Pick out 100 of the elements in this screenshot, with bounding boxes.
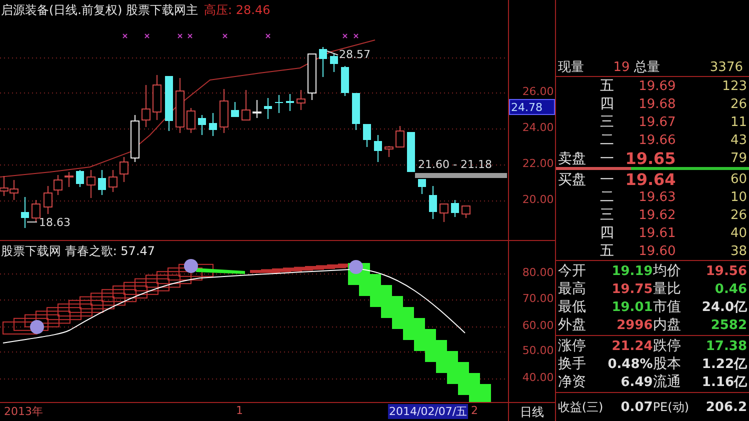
- candlestick: [86, 170, 96, 198]
- cross-mark: [122, 34, 128, 38]
- stat-value: 0.48%: [606, 356, 653, 372]
- candlestick: [142, 84, 150, 128]
- candlestick: [462, 206, 470, 218]
- current-price-label: 24.78: [509, 99, 555, 115]
- rank-label: 五: [598, 77, 615, 95]
- cross-mark: [222, 34, 228, 38]
- candlestick: [220, 88, 228, 134]
- stat-value: 2996: [616, 318, 653, 332]
- stat-value: 2582: [710, 318, 747, 332]
- stat-label: 股本: [652, 355, 682, 373]
- indicator-title: 股票下载网 青春之歌: 57.47: [1, 243, 156, 260]
- candlestick: [407, 132, 415, 172]
- candlestick: [32, 200, 40, 222]
- stat-value: 1.16亿: [700, 374, 747, 391]
- candlestick: [98, 170, 106, 196]
- candlestick: [363, 124, 371, 148]
- candlestick: [352, 92, 360, 130]
- stat-label: 量比: [652, 280, 682, 298]
- stat-value: 206.2: [704, 400, 747, 414]
- date-label: 2: [470, 404, 479, 417]
- cross-mark: [144, 34, 150, 38]
- candlestick: [384, 146, 394, 158]
- summary-label: 总量: [634, 59, 661, 76]
- range-label: 21.60 - 21.18: [418, 157, 492, 173]
- candlestick: [308, 54, 316, 100]
- candlestick: [440, 204, 448, 222]
- rank-label: 一: [598, 150, 615, 168]
- candlestick: [64, 172, 74, 188]
- candlestick: [186, 108, 196, 134]
- rank-label: 三: [598, 113, 615, 131]
- candlestick: [108, 170, 118, 192]
- summary-label: 现量: [558, 59, 585, 76]
- marker-icon: [30, 320, 44, 334]
- candlestick: [341, 66, 349, 96]
- candlestick: [44, 186, 52, 214]
- stat-value: 1.22亿: [700, 356, 747, 373]
- candlestick: [209, 112, 217, 136]
- order-price: 19.66: [638, 132, 676, 148]
- candlestick: [429, 186, 437, 220]
- rank-label: 四: [598, 224, 615, 242]
- order-volume: 26: [729, 96, 747, 112]
- stat-label: 涨停: [558, 337, 587, 355]
- stat-value: 19.56: [704, 264, 747, 278]
- rank-label: 一: [598, 170, 615, 188]
- rank-label: 二: [598, 131, 615, 149]
- summary-value: 19: [612, 60, 631, 74]
- date-label: 2014/02/07/五: [388, 404, 468, 419]
- stat-label: 均价: [652, 262, 682, 280]
- order-volume: 11: [729, 114, 747, 130]
- marker-icon: [184, 259, 198, 273]
- order-price: 19.65: [624, 149, 676, 168]
- candlestick: [418, 178, 426, 194]
- stat-value: 19.19: [610, 264, 653, 278]
- axis-label: 22.00: [522, 157, 554, 171]
- cross-mark: [354, 34, 358, 38]
- stat-value: 17.38: [704, 338, 747, 354]
- stat-label: 今开: [558, 262, 587, 280]
- candlestick: [130, 114, 140, 162]
- stat-label: 换手: [558, 355, 587, 373]
- order-volume: 26: [729, 208, 747, 222]
- candlestick: [275, 94, 283, 114]
- stat-label: 净资: [558, 373, 587, 391]
- chart-title: 启源装备(日线.前复权) 股票下载网主: [1, 2, 198, 18]
- candlestick: [396, 126, 404, 148]
- order-volume: 43: [729, 132, 747, 148]
- order-volume: 60: [729, 172, 747, 187]
- order-price: 19.68: [638, 96, 676, 112]
- axis-label: 70.00: [522, 292, 554, 306]
- stat-value: 21.24: [610, 338, 653, 354]
- axis-label: 20.00: [522, 193, 554, 207]
- cross-mark: [266, 34, 270, 38]
- summary-value: 3376: [708, 60, 744, 74]
- order-volume: 10: [729, 190, 747, 204]
- stat-label: 市值: [652, 298, 682, 316]
- order-volume: 79: [729, 151, 747, 166]
- order-price: 19.64: [624, 170, 676, 189]
- order-price: 19.60: [638, 244, 676, 258]
- axis-label: 60.00: [522, 319, 554, 333]
- low-price-label: 18.63: [39, 215, 70, 231]
- candlestick: [152, 74, 162, 120]
- side-label: 卖盘: [556, 150, 587, 168]
- candlestick: [330, 52, 338, 72]
- stat-value: 6.49: [620, 374, 653, 390]
- leader-line: [326, 50, 338, 56]
- candlestick: [21, 196, 29, 228]
- order-price: 19.63: [638, 190, 676, 204]
- stat-value: 19.01: [610, 300, 653, 314]
- order-price: 19.67: [638, 114, 676, 130]
- rank-label: 三: [598, 206, 615, 224]
- side-label: 买盘: [556, 170, 587, 188]
- candlestick: [286, 94, 294, 112]
- date-label: 1: [235, 404, 244, 417]
- candlestick: [176, 78, 184, 134]
- axis-label: 24.00: [522, 121, 554, 135]
- candlestick: [231, 102, 239, 118]
- candlestick: [54, 174, 62, 196]
- order-volume: 123: [721, 78, 747, 94]
- stat-value: 24.0亿: [700, 299, 747, 316]
